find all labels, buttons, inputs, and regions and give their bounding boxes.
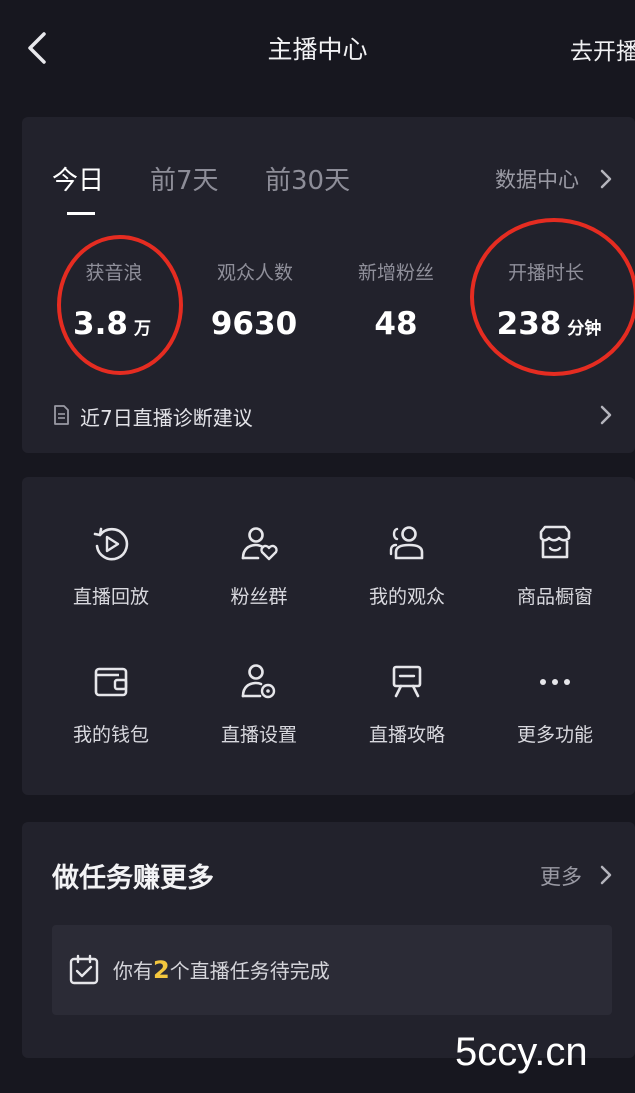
tool-more-features[interactable]: 更多功能 [481,662,629,747]
tool-live-replay[interactable]: 直播回放 [37,524,185,609]
wallet-icon [94,667,128,697]
fan-group-icon [241,527,278,561]
tool-fan-group[interactable]: 粉丝群 [185,524,333,609]
tab-7-days[interactable]: 前7天 [150,160,219,197]
tool-label: 我的观众 [368,586,445,608]
metric-number: 48 [374,306,418,342]
metric-value-new-fans: 48 [326,306,466,342]
tool-my-audience[interactable]: 我的观众 [333,524,481,609]
tab-30-days[interactable]: 前30天 [265,160,350,197]
diagnosis-link[interactable]: 近7日直播诊断建议 [80,402,253,431]
task-count: 2 [153,956,170,984]
task-status-text: 你有2个直播任务待完成 [113,955,330,984]
tool-live-settings[interactable]: 直播设置 [185,662,333,747]
tasks-more-link[interactable]: 更多 [540,861,582,891]
active-tab-indicator [67,212,95,215]
guide-icon [392,665,422,698]
page-title: 主播中心 [267,35,368,64]
metric-label-viewers: 观众人数 [216,262,293,284]
calendar-check-icon [69,954,99,985]
metric-label-new-fans: 新增粉丝 [357,262,434,284]
task-text-suffix: 个直播任务待完成 [169,959,330,983]
audience-icon [389,526,424,560]
metric-number: 9630 [210,306,298,342]
tool-label: 商品橱窗 [516,586,593,608]
tool-live-guide[interactable]: 直播攻略 [333,662,481,747]
tool-shop-window[interactable]: 商品橱窗 [481,524,629,609]
tool-label: 直播攻略 [368,724,445,746]
shop-window-icon [539,525,571,559]
header: 主播中心 去开播 [0,0,635,96]
tab-today[interactable]: 今日 [52,160,104,197]
tool-label: 直播回放 [72,586,149,608]
tool-my-wallet[interactable]: 我的钱包 [37,662,185,747]
task-text-prefix: 你有 [113,959,153,983]
highlight-circle [57,235,183,375]
tool-label: 我的钱包 [72,724,149,746]
go-live-button[interactable]: 去开播 [570,32,635,66]
chevron-right-icon[interactable] [598,404,614,426]
data-center-link[interactable]: 数据中心 [495,164,579,194]
tasks-title: 做任务赚更多 [52,863,214,894]
chevron-right-icon[interactable] [598,864,614,886]
metric-value-viewers: 9630 [184,306,324,342]
tool-label: 粉丝群 [230,586,288,608]
chevron-right-icon[interactable] [598,168,614,190]
tool-label: 更多功能 [516,724,593,746]
user-settings-icon [241,664,276,699]
tool-label: 直播设置 [220,724,297,746]
more-icon [540,679,570,685]
highlight-circle [470,218,635,376]
replay-icon [93,527,129,561]
watermark: 5ccy.cn [455,1030,588,1074]
document-icon [54,405,69,425]
